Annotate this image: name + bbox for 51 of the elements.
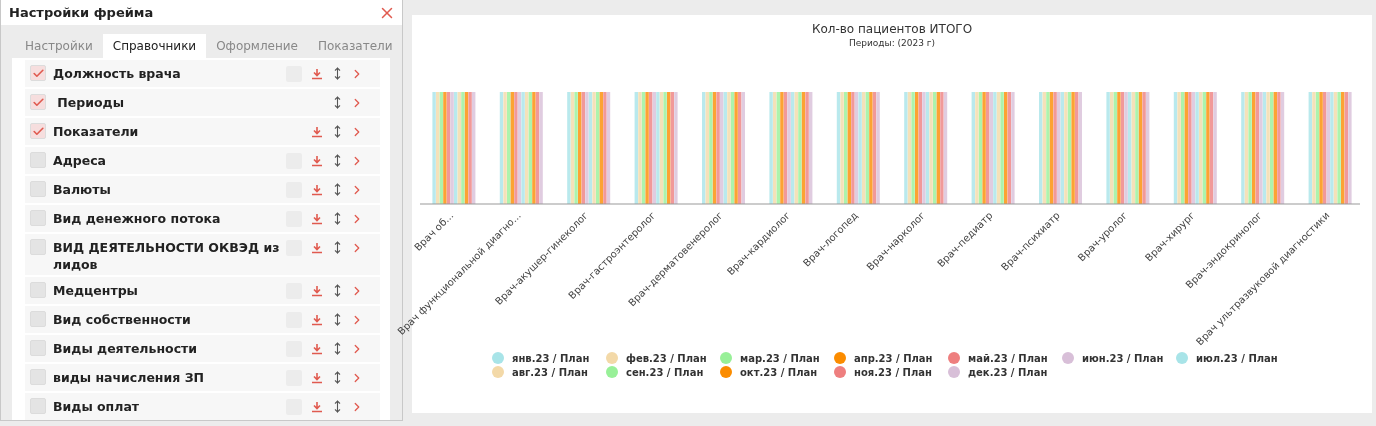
checkbox[interactable] [30, 239, 46, 255]
legend-label[interactable]: авг.23 / План [512, 366, 588, 378]
checkbox[interactable] [30, 94, 46, 110]
legend-label[interactable]: сен.23 / План [626, 366, 704, 378]
row-label: Адреса [53, 152, 107, 169]
checkbox[interactable] [30, 123, 46, 139]
checkbox[interactable] [30, 340, 46, 356]
tab[interactable]: Справочники [102, 34, 207, 58]
legend-label[interactable]: дек.23 / План [968, 366, 1048, 378]
row-label: Периоды [56, 94, 124, 111]
legend-label[interactable]: май.23 / План [968, 352, 1048, 364]
row-label: Валюты [53, 181, 111, 198]
download-icon[interactable] [311, 400, 323, 413]
row-label: Должность врача [53, 65, 181, 82]
legend-label[interactable]: окт.23 / План [740, 366, 818, 378]
row-label: Виды деятельности [53, 340, 198, 357]
checkbox[interactable] [30, 181, 46, 197]
row-label: Вид денежного потока [53, 210, 221, 227]
legend-label[interactable]: апр.23 / План [854, 352, 933, 364]
checkbox[interactable] [30, 369, 46, 385]
legend-label[interactable]: июн.23 / План [1082, 352, 1164, 364]
legend-label[interactable]: фев.23 / План [626, 352, 707, 364]
chart-title: Кол-во пациентов ИТОГО [811, 22, 973, 36]
checkbox[interactable] [30, 282, 46, 298]
checkbox[interactable] [30, 398, 46, 414]
download-icon[interactable] [311, 284, 323, 297]
checkbox[interactable] [30, 152, 46, 168]
legend-label[interactable]: ноя.23 / План [854, 366, 932, 378]
download-icon[interactable] [311, 67, 323, 80]
checkbox[interactable] [30, 210, 46, 226]
row-label: Медцентры [53, 282, 138, 299]
legend-label[interactable]: янв.23 / План [512, 352, 590, 364]
download-icon[interactable] [311, 212, 323, 225]
legend-label[interactable]: мар.23 / План [740, 352, 820, 364]
download-icon[interactable] [311, 313, 323, 326]
checkbox[interactable] [30, 311, 46, 327]
download-icon[interactable] [311, 241, 323, 254]
panel-title: Настройки фрейма [9, 5, 154, 20]
download-icon[interactable] [311, 183, 323, 196]
checkbox[interactable] [30, 65, 46, 81]
legend-label[interactable]: июл.23 / План [1196, 352, 1278, 364]
download-icon[interactable] [311, 342, 323, 355]
download-icon[interactable] [311, 371, 323, 384]
row-label: виды начисления ЗП [53, 369, 204, 386]
row-label: Показатели [53, 123, 139, 140]
download-icon[interactable] [311, 154, 323, 167]
chart-subtitle: Периоды: (2023 г) [848, 38, 936, 48]
row-label: ВИД ДЕЯТЕЛЬНОСТИ ОКВЭД из лидов [53, 239, 281, 273]
row-label: Вид собственности [53, 311, 191, 328]
row-label: Виды оплат [53, 398, 140, 415]
download-icon[interactable] [311, 125, 323, 138]
